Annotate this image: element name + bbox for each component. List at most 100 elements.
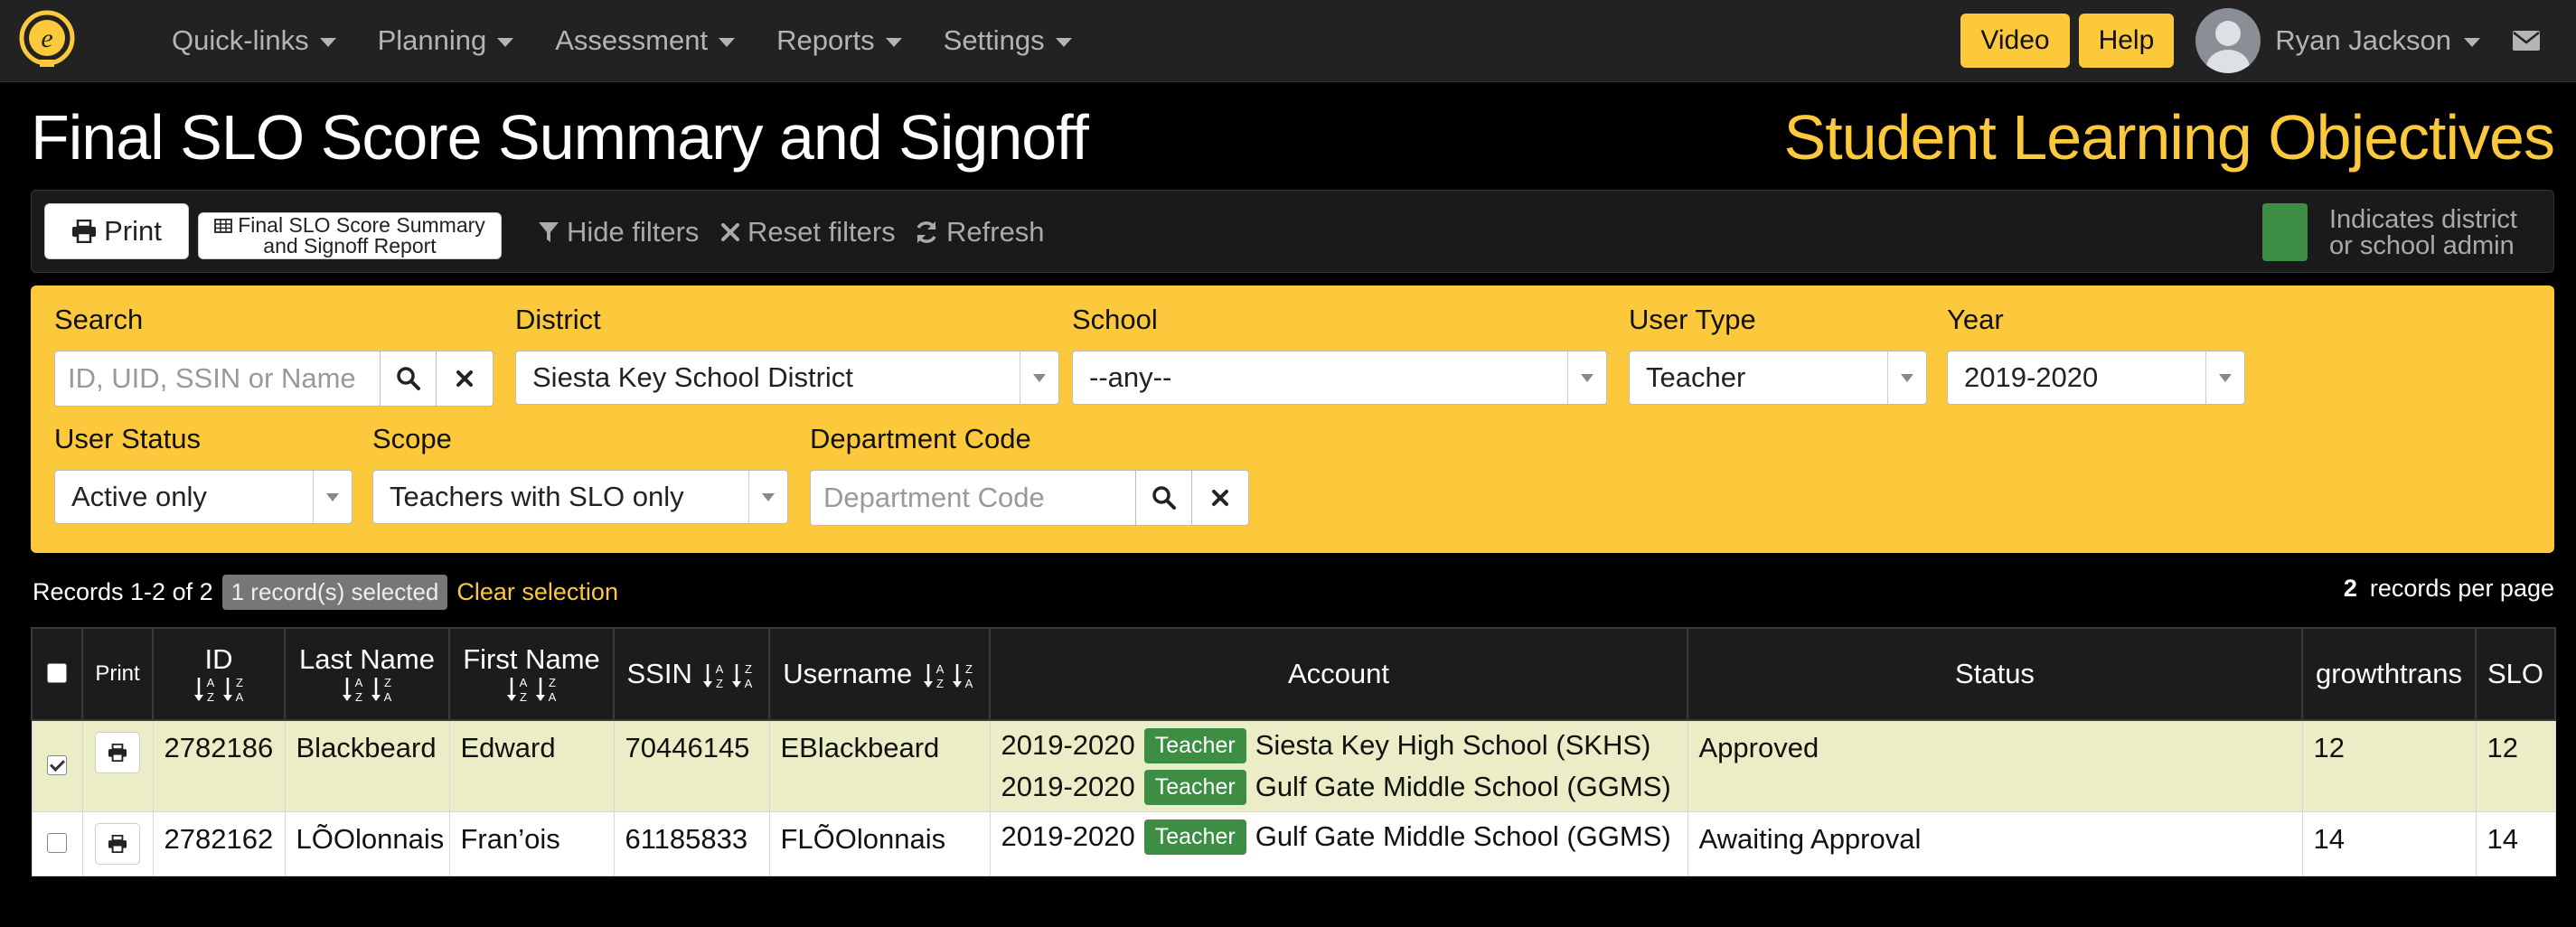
year-select[interactable]: 2019-2020	[1947, 351, 2245, 405]
close-icon	[1212, 490, 1228, 506]
sort-alpha-asc-icon[interactable]: AZ	[194, 675, 218, 704]
svg-text:A: A	[355, 676, 363, 689]
row-checkbox[interactable]	[47, 833, 67, 853]
ssin-cell: 70446145	[613, 719, 770, 812]
school-label: School	[1072, 304, 1158, 335]
growthtrans-cell: 12	[2301, 719, 2477, 812]
main-menu: Quick-links Planning Assessment Reports …	[172, 0, 1072, 81]
sort-alpha-asc-icon[interactable]: AZ	[507, 675, 531, 704]
svg-text:A: A	[964, 677, 973, 690]
hide-filters-button[interactable]: Hide filters	[538, 191, 699, 274]
id-cell: 2782186	[152, 719, 286, 812]
user-type-value: Teacher	[1646, 361, 1746, 393]
caret-down-icon	[719, 37, 736, 47]
print-button[interactable]: Print	[44, 203, 189, 259]
sort-alpha-desc-icon[interactable]: ZA	[732, 661, 756, 690]
reset-filters-label: Reset filters	[747, 216, 896, 248]
sort-alpha-asc-icon[interactable]: AZ	[343, 675, 366, 704]
school-select[interactable]: --any--	[1072, 351, 1607, 405]
video-button[interactable]: Video	[1960, 14, 2070, 68]
reset-filters-button[interactable]: Reset filters	[720, 191, 896, 274]
user-status-select[interactable]: Active only	[54, 470, 353, 524]
print-column-header: Print	[81, 627, 154, 721]
chevron-down-icon	[313, 471, 352, 523]
records-per-page[interactable]: 2 records per page	[2344, 575, 2554, 603]
district-value: Siesta Key School District	[532, 361, 853, 393]
search-icon	[397, 367, 420, 390]
svg-text:Z: Z	[384, 676, 391, 689]
ssin-column-header[interactable]: SSIN AZ ZA	[613, 627, 770, 721]
menu-planning[interactable]: Planning	[378, 24, 514, 57]
table-row[interactable]: 2782162 LÕOlonnais Fran’ois 61185833 FLÕ…	[31, 811, 2556, 876]
menu-settings[interactable]: Settings	[944, 24, 1072, 57]
table-row[interactable]: 2782186 Blackbeard Edward 70446145 EBlac…	[31, 719, 2556, 812]
help-button[interactable]: Help	[2078, 14, 2175, 68]
username-cell: FLÕOlonnais	[768, 811, 991, 876]
account-line: 2019-2020 Teacher Siesta Key High School…	[1001, 725, 1677, 766]
refresh-label: Refresh	[946, 216, 1045, 248]
search-icon	[1152, 486, 1176, 510]
admin-legend-swatch	[2262, 203, 2308, 261]
user-type-select[interactable]: Teacher	[1629, 351, 1927, 405]
row-checkbox[interactable]	[47, 755, 67, 775]
search-input[interactable]: ID, UID, SSIN or Name	[54, 351, 381, 407]
username-cell: EBlackbeard	[768, 719, 991, 812]
report-button[interactable]: Final SLO Score Summary and Signoff Repo…	[198, 212, 502, 259]
menu-quick-links[interactable]: Quick-links	[172, 24, 336, 57]
sort-icons: AZ ZA	[194, 675, 247, 704]
slo-cell: 14	[2475, 811, 2556, 876]
row-print-button[interactable]	[95, 732, 140, 773]
sort-alpha-desc-icon[interactable]: ZA	[371, 675, 395, 704]
account-cell: 2019-2020 Teacher Gulf Gate Middle Schoo…	[989, 811, 1688, 876]
user-status-value: Active only	[71, 481, 207, 512]
search-button[interactable]	[380, 351, 437, 407]
first-name-column-header[interactable]: First Name AZ ZA	[448, 627, 615, 721]
sort-alpha-asc-icon[interactable]: AZ	[923, 661, 947, 690]
clear-selection-link[interactable]: Clear selection	[456, 578, 618, 606]
scope-select[interactable]: Teachers with SLO only	[372, 470, 788, 524]
svg-text:Z: Z	[207, 690, 214, 704]
sort-alpha-desc-icon[interactable]: ZA	[223, 675, 247, 704]
district-select[interactable]: Siesta Key School District	[515, 351, 1059, 405]
svg-text:Z: Z	[717, 677, 724, 690]
year-value: 2019-2020	[1964, 361, 2099, 393]
svg-text:Z: Z	[236, 676, 243, 689]
page-subtitle: Student Learning Objectives	[1783, 102, 2555, 173]
mail-icon[interactable]	[2513, 31, 2540, 51]
svg-text:Z: Z	[520, 690, 527, 704]
first-name-header-label: First Name	[463, 643, 600, 675]
top-navbar: e Quick-links Planning Assessment Report…	[0, 0, 2576, 82]
chevron-down-icon	[2205, 351, 2244, 404]
menu-label: Assessment	[555, 24, 709, 56]
department-search-button[interactable]	[1135, 470, 1193, 526]
status-cell: Awaiting Approval	[1687, 811, 2303, 876]
row-print-button[interactable]	[95, 823, 140, 865]
refresh-button[interactable]: Refresh	[914, 191, 1045, 274]
menu-assessment[interactable]: Assessment	[555, 24, 736, 57]
svg-text:A: A	[935, 662, 944, 676]
sort-alpha-asc-icon[interactable]: AZ	[703, 661, 727, 690]
ssin-cell: 61185833	[613, 811, 770, 876]
last-name-header-label: Last Name	[299, 643, 435, 675]
search-label: Search	[54, 304, 144, 335]
clear-search-button[interactable]	[436, 351, 494, 407]
last-name-column-header[interactable]: Last Name AZ ZA	[284, 627, 450, 721]
print-icon	[108, 744, 127, 762]
user-type-label: User Type	[1629, 304, 1756, 335]
avatar[interactable]	[2195, 8, 2261, 73]
chevron-down-icon	[1887, 351, 1926, 404]
caret-down-icon	[2464, 37, 2480, 47]
user-menu[interactable]: Ryan Jackson	[2275, 24, 2480, 57]
select-all-checkbox[interactable]	[47, 663, 67, 683]
username-column-header[interactable]: Username AZ ZA	[768, 627, 991, 721]
logo-icon[interactable]: e	[16, 9, 78, 70]
status-cell: Approved	[1687, 719, 2303, 812]
id-column-header[interactable]: ID AZ ZA	[152, 627, 286, 721]
sort-alpha-desc-icon[interactable]: ZA	[952, 661, 976, 690]
slo-column-header: SLO	[2475, 627, 2556, 721]
sort-alpha-desc-icon[interactable]: ZA	[536, 675, 559, 704]
menu-reports[interactable]: Reports	[776, 24, 902, 57]
clear-department-button[interactable]	[1191, 470, 1249, 526]
department-code-input[interactable]: Department Code	[810, 470, 1137, 526]
row-print-cell	[81, 719, 154, 812]
